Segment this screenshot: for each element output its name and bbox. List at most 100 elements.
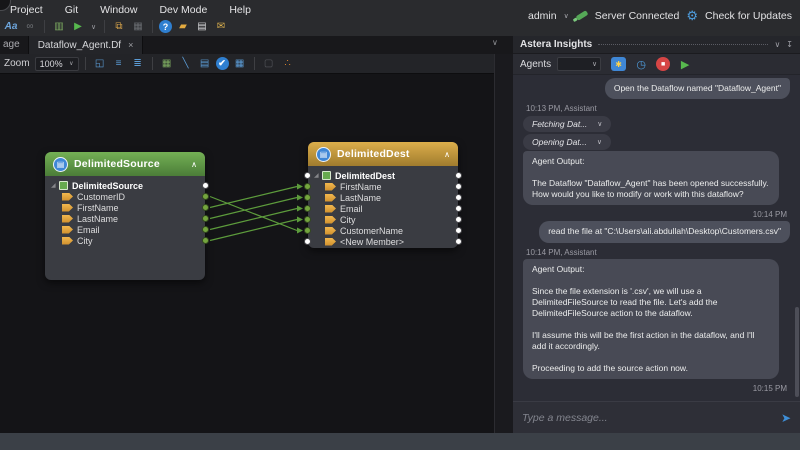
check-updates-button[interactable]: Check for Updates xyxy=(705,10,792,22)
field-row[interactable]: FirstName xyxy=(308,181,458,192)
auto-layout-icon[interactable]: ▦ xyxy=(159,56,175,71)
field-row[interactable]: City xyxy=(45,235,205,246)
tab-dataflow-agent[interactable]: Dataflow_Agent.Df × xyxy=(28,36,144,54)
menu-project[interactable]: Project xyxy=(0,2,53,18)
agents-select[interactable]: ∨ xyxy=(557,57,601,71)
port[interactable] xyxy=(455,183,462,190)
help-icon[interactable]: ? xyxy=(159,20,172,33)
verify-icon[interactable]: ✔ xyxy=(216,57,229,70)
link-pointer-icon[interactable]: ╲ xyxy=(178,56,194,71)
port[interactable] xyxy=(304,183,311,190)
source-node-header[interactable]: ▤ DelimitedSource ∧ xyxy=(45,152,205,176)
chevron-down-icon[interactable]: ∨ xyxy=(597,120,602,128)
export-image-icon[interactable]: ▥ xyxy=(51,19,67,34)
start-dataflow-icon[interactable]: ▶ xyxy=(70,19,86,34)
port[interactable] xyxy=(455,172,462,179)
chevron-down-icon[interactable]: ∨ xyxy=(774,40,780,49)
port[interactable] xyxy=(202,182,209,189)
port[interactable] xyxy=(455,194,462,201)
align-horizontal-icon[interactable]: ≡ xyxy=(111,56,127,71)
menu-window[interactable]: Window xyxy=(90,2,147,18)
port[interactable] xyxy=(304,238,311,245)
status-chip[interactable]: Fetching Dat...∨ xyxy=(523,116,611,132)
delimited-source-node[interactable]: ▤ DelimitedSource ∧ ◢DelimitedSourceCust… xyxy=(45,152,205,280)
field-row[interactable]: Email xyxy=(308,203,458,214)
gear-icon[interactable]: ⚙ xyxy=(686,9,698,22)
port[interactable] xyxy=(304,227,311,234)
port[interactable] xyxy=(202,204,209,211)
dest-node-header[interactable]: ▤ DelimitedDest ∧ xyxy=(308,142,458,166)
field-row[interactable]: <New Member> xyxy=(308,236,458,247)
chevron-down-icon[interactable]: ∨ xyxy=(564,12,569,20)
fit-to-window-icon[interactable]: ◱ xyxy=(92,56,108,71)
pin-icon[interactable]: ↧ xyxy=(786,40,793,49)
chat-message-list[interactable]: 10:13 PM, AssistantHello! I'm Astera Dat… xyxy=(513,75,800,401)
close-icon[interactable]: × xyxy=(128,40,133,50)
user-menu[interactable]: admin xyxy=(528,10,557,22)
chevron-down-icon[interactable]: ∨ xyxy=(597,138,602,146)
root-field-row[interactable]: ◢DelimitedSource xyxy=(45,180,205,191)
field-row[interactable]: City xyxy=(308,214,458,225)
zoom-label: Zoom xyxy=(4,58,30,69)
expand-disabled-icon[interactable]: ▢ xyxy=(261,56,277,71)
message-meta: 10:13 PM, Assistant xyxy=(526,104,790,113)
message-input[interactable] xyxy=(522,412,773,424)
zoom-select[interactable]: 100% ∨ xyxy=(35,57,79,71)
port[interactable] xyxy=(455,216,462,223)
delimited-dest-node[interactable]: ▤ DelimitedDest ∧ ◢DelimitedDestFirstNam… xyxy=(308,142,458,248)
port[interactable] xyxy=(304,216,311,223)
stop-icon[interactable]: ■ xyxy=(656,57,670,71)
chevron-down-icon[interactable]: ∨ xyxy=(89,19,98,34)
root-field-row[interactable]: ◢DelimitedDest xyxy=(308,170,458,181)
port[interactable] xyxy=(304,194,311,201)
font-style-icon[interactable]: Aa xyxy=(3,19,19,34)
field-row[interactable]: LastName xyxy=(45,213,205,224)
menu-help[interactable]: Help xyxy=(219,2,261,18)
field-row[interactable]: FirstName xyxy=(45,202,205,213)
run-agent-icon[interactable]: ▶ xyxy=(677,57,693,72)
collapse-node-icon[interactable]: ∧ xyxy=(444,150,450,159)
history-icon[interactable]: ◷ xyxy=(633,57,649,72)
server-connected-icon xyxy=(575,10,588,21)
dataflow-canvas[interactable]: ▤ DelimitedSource ∧ ◢DelimitedSourceCust… xyxy=(0,74,494,433)
port[interactable] xyxy=(202,226,209,233)
field-row[interactable]: CustomerName xyxy=(308,225,458,236)
field-row[interactable]: LastName xyxy=(308,192,458,203)
comment-icon[interactable]: ✉ xyxy=(213,19,229,34)
field-row[interactable]: Email xyxy=(45,224,205,235)
find-icon[interactable]: ∞ xyxy=(22,19,38,34)
menu-git[interactable]: Git xyxy=(55,2,88,18)
window-grid-icon[interactable]: ▦ xyxy=(130,19,146,34)
tab-partial[interactable]: age xyxy=(0,36,28,54)
breakpoint-icon[interactable]: ∴ xyxy=(280,56,296,71)
chevron-down-icon[interactable]: ∨ xyxy=(492,38,498,47)
preview-window-icon[interactable]: ▤ xyxy=(197,56,213,71)
delimited-file-icon: ▤ xyxy=(316,147,331,162)
port[interactable] xyxy=(455,205,462,212)
form-icon[interactable]: ▤ xyxy=(194,19,210,34)
scrollbar-thumb[interactable] xyxy=(795,307,799,397)
new-chat-icon[interactable]: ✱ xyxy=(611,57,626,71)
send-icon[interactable]: ➤ xyxy=(781,411,791,425)
port[interactable] xyxy=(455,238,462,245)
collapse-node-icon[interactable]: ∧ xyxy=(191,160,197,169)
tree-expand-icon[interactable]: ◢ xyxy=(314,172,322,179)
field-icon xyxy=(62,204,73,212)
status-chip[interactable]: Opening Dat...∨ xyxy=(523,134,611,150)
field-icon xyxy=(325,205,336,213)
port[interactable] xyxy=(202,237,209,244)
drag-handle[interactable] xyxy=(598,44,768,45)
chat-scrollbar[interactable] xyxy=(795,75,799,401)
port[interactable] xyxy=(455,227,462,234)
port[interactable] xyxy=(304,172,311,179)
align-vertical-icon[interactable]: ≣ xyxy=(130,56,146,71)
tree-expand-icon[interactable]: ◢ xyxy=(51,182,59,189)
open-folder-icon[interactable]: ▰ xyxy=(175,19,191,34)
paste-icon[interactable]: ⧉ xyxy=(111,19,127,34)
field-row[interactable]: CustomerID xyxy=(45,191,205,202)
port[interactable] xyxy=(202,215,209,222)
port[interactable] xyxy=(202,193,209,200)
menu-dev-mode[interactable]: Dev Mode xyxy=(149,2,217,18)
port[interactable] xyxy=(304,205,311,212)
data-preview-icon[interactable]: ▦ xyxy=(232,56,248,71)
